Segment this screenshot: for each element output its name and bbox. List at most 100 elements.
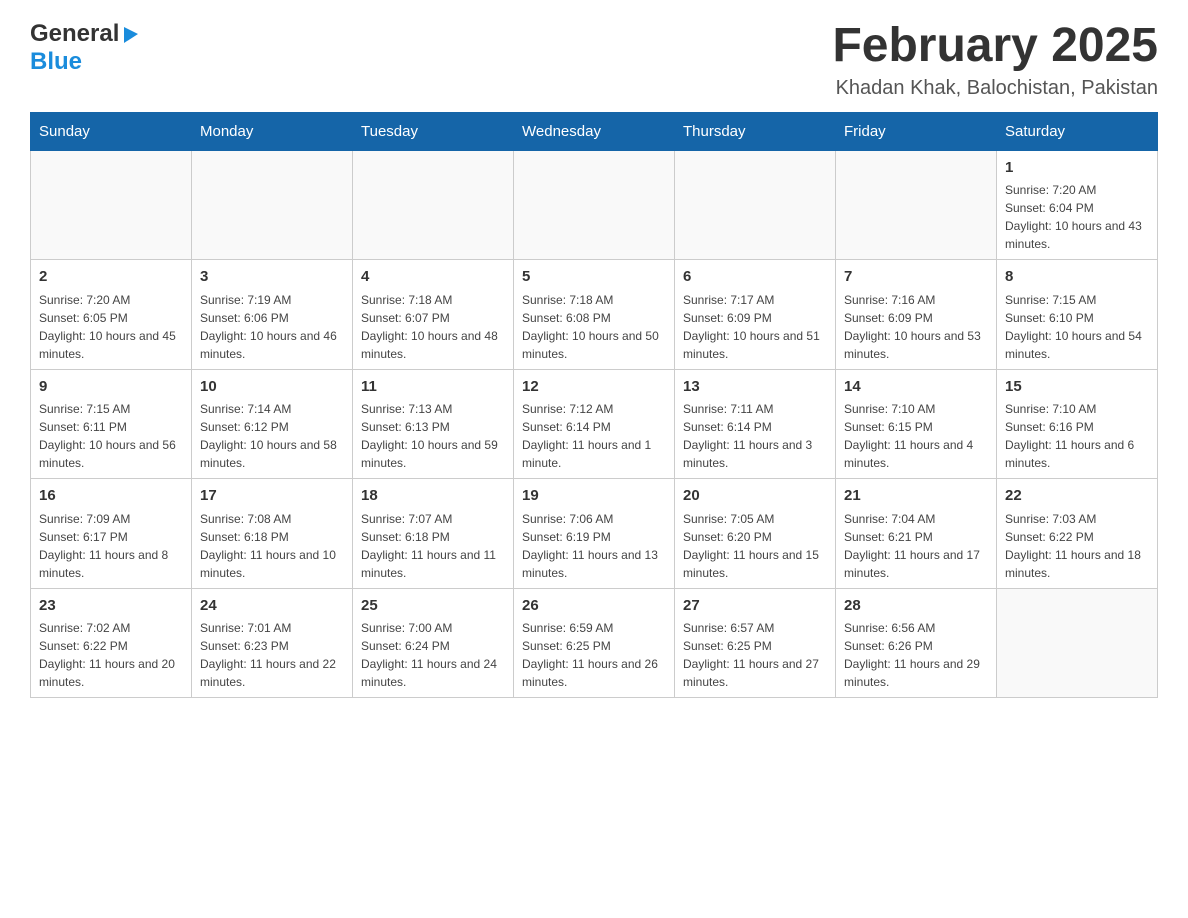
day-number: 1 — [1005, 157, 1149, 180]
day-number: 4 — [361, 266, 505, 289]
table-row: 15Sunrise: 7:10 AMSunset: 6:16 PMDayligh… — [997, 369, 1158, 479]
table-row: 8Sunrise: 7:15 AMSunset: 6:10 PMDaylight… — [997, 260, 1158, 370]
day-info: Sunrise: 7:19 AMSunset: 6:06 PMDaylight:… — [200, 291, 344, 363]
table-row: 4Sunrise: 7:18 AMSunset: 6:07 PMDaylight… — [353, 260, 514, 370]
col-wednesday: Wednesday — [514, 112, 675, 150]
day-info: Sunrise: 7:03 AMSunset: 6:22 PMDaylight:… — [1005, 510, 1149, 582]
day-number: 16 — [39, 485, 183, 508]
day-info: Sunrise: 7:07 AMSunset: 6:18 PMDaylight:… — [361, 510, 505, 582]
table-row: 6Sunrise: 7:17 AMSunset: 6:09 PMDaylight… — [675, 260, 836, 370]
table-row — [31, 150, 192, 260]
table-row — [192, 150, 353, 260]
day-number: 8 — [1005, 266, 1149, 289]
day-info: Sunrise: 7:14 AMSunset: 6:12 PMDaylight:… — [200, 400, 344, 472]
day-number: 18 — [361, 485, 505, 508]
day-number: 20 — [683, 485, 827, 508]
day-info: Sunrise: 7:04 AMSunset: 6:21 PMDaylight:… — [844, 510, 988, 582]
table-row: 28Sunrise: 6:56 AMSunset: 6:26 PMDayligh… — [836, 588, 997, 698]
table-row: 23Sunrise: 7:02 AMSunset: 6:22 PMDayligh… — [31, 588, 192, 698]
day-info: Sunrise: 7:13 AMSunset: 6:13 PMDaylight:… — [361, 400, 505, 472]
table-row: 17Sunrise: 7:08 AMSunset: 6:18 PMDayligh… — [192, 479, 353, 589]
col-saturday: Saturday — [997, 112, 1158, 150]
day-info: Sunrise: 7:18 AMSunset: 6:07 PMDaylight:… — [361, 291, 505, 363]
day-number: 19 — [522, 485, 666, 508]
day-info: Sunrise: 7:17 AMSunset: 6:09 PMDaylight:… — [683, 291, 827, 363]
day-info: Sunrise: 7:01 AMSunset: 6:23 PMDaylight:… — [200, 619, 344, 691]
day-info: Sunrise: 7:11 AMSunset: 6:14 PMDaylight:… — [683, 400, 827, 472]
day-info: Sunrise: 6:56 AMSunset: 6:26 PMDaylight:… — [844, 619, 988, 691]
table-row: 25Sunrise: 7:00 AMSunset: 6:24 PMDayligh… — [353, 588, 514, 698]
table-row: 11Sunrise: 7:13 AMSunset: 6:13 PMDayligh… — [353, 369, 514, 479]
day-info: Sunrise: 7:10 AMSunset: 6:15 PMDaylight:… — [844, 400, 988, 472]
table-row — [997, 588, 1158, 698]
title-block: February 2025 Khadan Khak, Balochistan, … — [832, 20, 1158, 100]
day-number: 22 — [1005, 485, 1149, 508]
day-number: 14 — [844, 376, 988, 399]
day-number: 25 — [361, 595, 505, 618]
table-row: 13Sunrise: 7:11 AMSunset: 6:14 PMDayligh… — [675, 369, 836, 479]
calendar-week-row: 9Sunrise: 7:15 AMSunset: 6:11 PMDaylight… — [31, 369, 1158, 479]
day-number: 24 — [200, 595, 344, 618]
calendar-week-row: 1Sunrise: 7:20 AMSunset: 6:04 PMDaylight… — [31, 150, 1158, 260]
day-info: Sunrise: 7:09 AMSunset: 6:17 PMDaylight:… — [39, 510, 183, 582]
table-row — [675, 150, 836, 260]
table-row: 5Sunrise: 7:18 AMSunset: 6:08 PMDaylight… — [514, 260, 675, 370]
table-row: 26Sunrise: 6:59 AMSunset: 6:25 PMDayligh… — [514, 588, 675, 698]
table-row: 10Sunrise: 7:14 AMSunset: 6:12 PMDayligh… — [192, 369, 353, 479]
table-row: 27Sunrise: 6:57 AMSunset: 6:25 PMDayligh… — [675, 588, 836, 698]
day-info: Sunrise: 7:16 AMSunset: 6:09 PMDaylight:… — [844, 291, 988, 363]
day-number: 13 — [683, 376, 827, 399]
day-info: Sunrise: 7:06 AMSunset: 6:19 PMDaylight:… — [522, 510, 666, 582]
day-number: 3 — [200, 266, 344, 289]
table-row: 7Sunrise: 7:16 AMSunset: 6:09 PMDaylight… — [836, 260, 997, 370]
day-number: 2 — [39, 266, 183, 289]
table-row: 2Sunrise: 7:20 AMSunset: 6:05 PMDaylight… — [31, 260, 192, 370]
day-number: 9 — [39, 376, 183, 399]
table-row: 9Sunrise: 7:15 AMSunset: 6:11 PMDaylight… — [31, 369, 192, 479]
table-row: 1Sunrise: 7:20 AMSunset: 6:04 PMDaylight… — [997, 150, 1158, 260]
table-row: 22Sunrise: 7:03 AMSunset: 6:22 PMDayligh… — [997, 479, 1158, 589]
day-info: Sunrise: 7:08 AMSunset: 6:18 PMDaylight:… — [200, 510, 344, 582]
day-info: Sunrise: 7:15 AMSunset: 6:10 PMDaylight:… — [1005, 291, 1149, 363]
col-friday: Friday — [836, 112, 997, 150]
day-number: 10 — [200, 376, 344, 399]
day-number: 26 — [522, 595, 666, 618]
day-info: Sunrise: 7:05 AMSunset: 6:20 PMDaylight:… — [683, 510, 827, 582]
day-number: 7 — [844, 266, 988, 289]
table-row: 19Sunrise: 7:06 AMSunset: 6:19 PMDayligh… — [514, 479, 675, 589]
day-number: 21 — [844, 485, 988, 508]
table-row: 14Sunrise: 7:10 AMSunset: 6:15 PMDayligh… — [836, 369, 997, 479]
day-info: Sunrise: 7:02 AMSunset: 6:22 PMDaylight:… — [39, 619, 183, 691]
day-number: 6 — [683, 266, 827, 289]
day-number: 28 — [844, 595, 988, 618]
day-number: 15 — [1005, 376, 1149, 399]
day-info: Sunrise: 7:18 AMSunset: 6:08 PMDaylight:… — [522, 291, 666, 363]
col-tuesday: Tuesday — [353, 112, 514, 150]
calendar-header-row: Sunday Monday Tuesday Wednesday Thursday… — [31, 112, 1158, 150]
month-title: February 2025 — [832, 20, 1158, 73]
day-number: 17 — [200, 485, 344, 508]
calendar-week-row: 23Sunrise: 7:02 AMSunset: 6:22 PMDayligh… — [31, 588, 1158, 698]
calendar-week-row: 2Sunrise: 7:20 AMSunset: 6:05 PMDaylight… — [31, 260, 1158, 370]
table-row: 20Sunrise: 7:05 AMSunset: 6:20 PMDayligh… — [675, 479, 836, 589]
day-info: Sunrise: 6:57 AMSunset: 6:25 PMDaylight:… — [683, 619, 827, 691]
day-info: Sunrise: 7:20 AMSunset: 6:05 PMDaylight:… — [39, 291, 183, 363]
table-row: 21Sunrise: 7:04 AMSunset: 6:21 PMDayligh… — [836, 479, 997, 589]
day-number: 27 — [683, 595, 827, 618]
day-number: 12 — [522, 376, 666, 399]
logo-triangle-icon — [120, 25, 138, 48]
calendar-week-row: 16Sunrise: 7:09 AMSunset: 6:17 PMDayligh… — [31, 479, 1158, 589]
table-row: 18Sunrise: 7:07 AMSunset: 6:18 PMDayligh… — [353, 479, 514, 589]
table-row — [836, 150, 997, 260]
day-number: 23 — [39, 595, 183, 618]
logo-blue: Blue — [30, 48, 82, 76]
day-number: 5 — [522, 266, 666, 289]
logo: General Blue — [30, 20, 138, 76]
day-info: Sunrise: 7:12 AMSunset: 6:14 PMDaylight:… — [522, 400, 666, 472]
table-row — [353, 150, 514, 260]
table-row: 16Sunrise: 7:09 AMSunset: 6:17 PMDayligh… — [31, 479, 192, 589]
table-row — [514, 150, 675, 260]
day-info: Sunrise: 7:15 AMSunset: 6:11 PMDaylight:… — [39, 400, 183, 472]
page-header: General Blue February 2025 Khadan Khak, … — [30, 20, 1158, 100]
table-row: 3Sunrise: 7:19 AMSunset: 6:06 PMDaylight… — [192, 260, 353, 370]
